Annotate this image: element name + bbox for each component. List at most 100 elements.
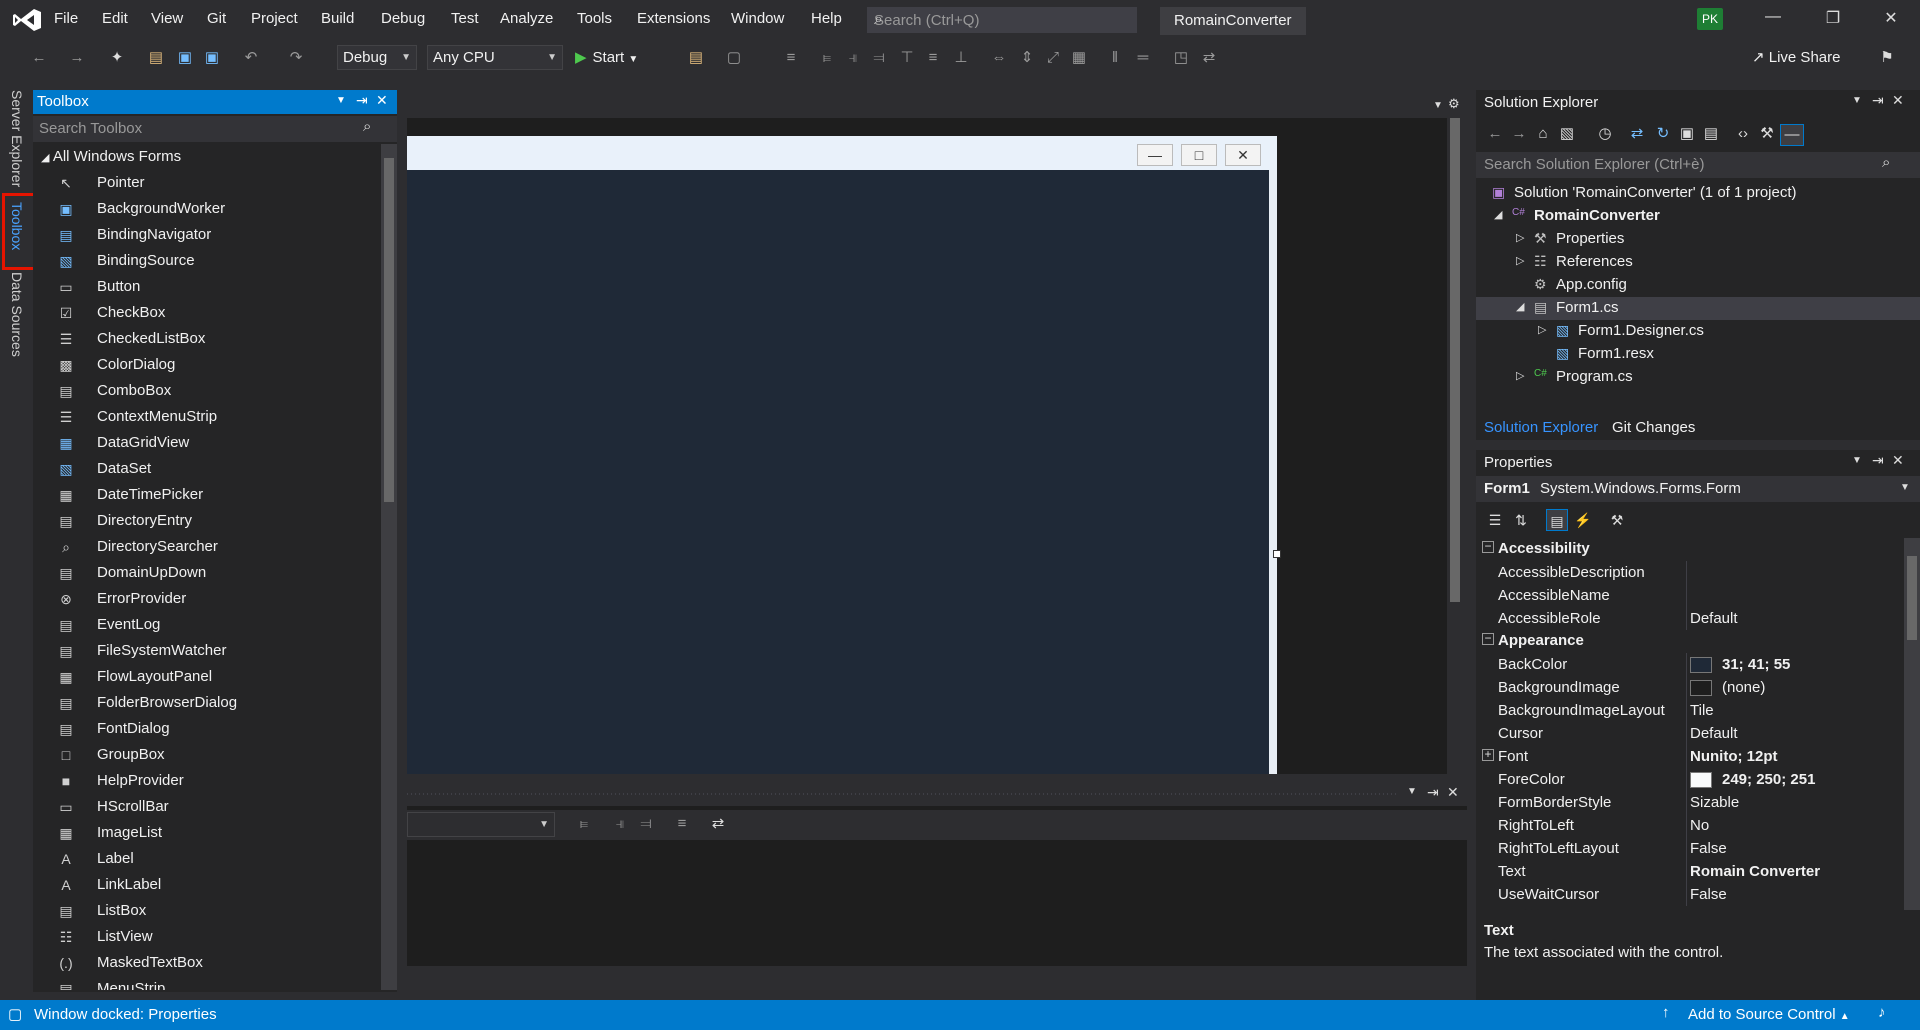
toolbox-group-all-windows-forms[interactable]: ◢ All Windows Forms [41, 148, 181, 165]
snap-grid-icon[interactable]: ▦ [1068, 48, 1090, 68]
home-icon[interactable]: ⌂ [1532, 124, 1554, 144]
toolbox-item[interactable]: ☑ CheckBox [33, 300, 381, 326]
property-value[interactable]: Nunito; 12pt [1690, 748, 1778, 765]
close-icon[interactable]: ✕ [1876, 8, 1906, 32]
design-form-window[interactable]: — □ ✕ [407, 136, 1277, 774]
events-icon[interactable]: ⚡ [1572, 509, 1594, 531]
solution-tree-item[interactable]: ⚙ App.config [1476, 274, 1920, 297]
solution-tree-item[interactable]: ◢ ▤ Form1.cs [1476, 297, 1920, 320]
toolbox-item[interactable]: ▧ BindingSource [33, 248, 381, 274]
file-explorer-icon[interactable]: ▤ [685, 48, 707, 68]
toolbox-item[interactable]: ▤ FontDialog [33, 716, 381, 742]
solution-tree-item[interactable]: ▧ Form1.resx [1476, 343, 1920, 366]
property-value[interactable]: Default [1690, 610, 1738, 627]
toolbox-item[interactable]: ▤ ComboBox [33, 378, 381, 404]
property-category[interactable]: − Appearance [1476, 630, 1904, 653]
refresh-icon[interactable]: ↻ [1652, 124, 1674, 144]
align-top-icon[interactable]: ⊤ [896, 48, 918, 68]
collapsed-icon[interactable]: ▷ [1538, 323, 1546, 336]
menu-extensions[interactable]: Extensions [637, 10, 710, 27]
toolbox-item[interactable]: ⌕ DirectorySearcher [33, 534, 381, 560]
visual-studio-logo-icon[interactable] [12, 8, 42, 32]
tab-order-icon[interactable]: ⇄ [1198, 48, 1220, 68]
add-to-source-control-button[interactable]: Add to Source Control ▲ [1688, 1006, 1850, 1023]
tray-tool-icon[interactable]: ⫢ [573, 814, 595, 834]
solution-tree-item[interactable]: ▷ ▧ Form1.Designer.cs [1476, 320, 1920, 343]
property-value[interactable]: Romain Converter [1690, 863, 1820, 880]
align-left-icon[interactable]: ⫢ [816, 48, 838, 68]
pin-icon[interactable]: ⇥ [1427, 784, 1439, 801]
save-icon[interactable]: ▣ [174, 48, 196, 68]
property-value[interactable]: Tile [1690, 702, 1714, 719]
tray-select[interactable]: ▼ [407, 812, 555, 837]
align-right-icon[interactable]: ⫤ [868, 48, 890, 68]
minimize-icon[interactable]: — [1758, 8, 1788, 32]
toolbox-item[interactable]: ▤ FileSystemWatcher [33, 638, 381, 664]
project-node[interactable]: ◢ C# RomainConverter [1476, 205, 1920, 228]
properties-icon[interactable]: ⚒ [1756, 124, 1778, 144]
form-client-area[interactable] [407, 170, 1269, 774]
save-all-icon[interactable]: ▣ [201, 48, 223, 68]
collapse-icon[interactable]: − [1482, 540, 1494, 553]
dropdown-icon[interactable]: ▼ [1407, 786, 1417, 797]
collapsed-icon[interactable]: ▷ [1516, 254, 1524, 267]
menu-tools[interactable]: Tools [577, 10, 612, 27]
solution-search-input[interactable]: Search Solution Explorer (Ctrl+è) ⌕ [1476, 152, 1920, 178]
dropdown-icon[interactable]: ▼ [1852, 455, 1862, 466]
property-grid-scrollbar[interactable] [1904, 538, 1920, 910]
property-value[interactable]: 249; 250; 251 [1722, 771, 1815, 788]
designer-scrollbar[interactable] [1447, 98, 1463, 774]
tray-tool-icon[interactable]: ≡ [671, 814, 693, 834]
toolbox-item[interactable]: ☰ ContextMenuStrip [33, 404, 381, 430]
property-row[interactable]: + Font Nunito; 12pt [1476, 745, 1904, 768]
menu-window[interactable]: Window [731, 10, 784, 27]
toolbox-item[interactable]: ▤ EventLog [33, 612, 381, 638]
align-center-icon[interactable]: ⫣ [842, 48, 864, 68]
expanded-icon[interactable]: ◢ [1494, 208, 1502, 221]
property-pages-icon[interactable]: ⚒ [1606, 509, 1628, 531]
property-row[interactable]: FormBorderStyle Sizable [1476, 791, 1904, 814]
back-icon[interactable]: ← [1484, 124, 1506, 144]
expand-icon[interactable]: + [1482, 748, 1494, 761]
gear-icon[interactable]: ⚙ [1448, 96, 1460, 112]
toolbox-item[interactable]: ▦ DateTimePicker [33, 482, 381, 508]
scroll-thumb[interactable] [384, 158, 394, 502]
search-input[interactable]: Search (Ctrl+Q) ⌕ [867, 7, 1137, 33]
start-button[interactable]: ▶ Start ▼ [575, 46, 638, 70]
close-icon[interactable]: ✕ [376, 92, 388, 109]
close-icon[interactable]: ✕ [1892, 452, 1904, 469]
live-share-button[interactable]: ↗ Live Share [1752, 48, 1840, 66]
resize-handle[interactable] [1273, 550, 1281, 558]
pin-icon[interactable]: ⇥ [356, 92, 368, 109]
browser-icon[interactable]: ▢ [723, 48, 745, 68]
show-all-files-icon[interactable]: ▤ [1700, 124, 1722, 144]
solution-tree-item[interactable]: ▷ C# Program.cs [1476, 366, 1920, 389]
pin-icon[interactable]: ⇥ [1872, 92, 1884, 109]
toolbox-item[interactable]: A Label [33, 846, 381, 872]
maximize-icon[interactable]: ❐ [1818, 8, 1848, 32]
forward-icon[interactable]: → [1508, 124, 1530, 144]
tray-tool-icon[interactable]: ⫤ [635, 814, 657, 834]
expanded-icon[interactable]: ◢ [1516, 300, 1524, 313]
solution-tree-item[interactable]: ▷ ⚒ Properties [1476, 228, 1920, 251]
toolbox-item[interactable]: ▭ Button [33, 274, 381, 300]
toolbox-item[interactable]: (.) MaskedTextBox [33, 950, 381, 976]
align-middle-icon[interactable]: ≡ [922, 48, 944, 68]
toolbox-item[interactable]: ▧ DataSet [33, 456, 381, 482]
tab-solution-explorer[interactable]: Solution Explorer [1484, 419, 1598, 436]
dropdown-icon[interactable]: ▼ [336, 95, 346, 106]
platform-select[interactable]: Any CPU ▼ [427, 45, 563, 70]
toolbox-item[interactable]: ▤ MenuStrip [33, 976, 381, 990]
menu-project[interactable]: Project [251, 10, 298, 27]
property-value[interactable]: False [1690, 840, 1727, 857]
feedback-icon[interactable]: ⚑ [1876, 48, 1898, 68]
properties-view-icon[interactable]: ▤ [1546, 509, 1568, 531]
toolbox-item[interactable]: A LinkLabel [33, 872, 381, 898]
new-project-icon[interactable]: ✦ [106, 48, 128, 68]
preview-icon[interactable]: — [1780, 124, 1804, 146]
property-row[interactable]: Cursor Default [1476, 722, 1904, 745]
toolbox-scrollbar[interactable] [381, 144, 397, 990]
collapsed-icon[interactable]: ▷ [1516, 231, 1524, 244]
collapsed-icon[interactable]: ▷ [1516, 369, 1524, 382]
data-sources-tab[interactable]: Data Sources [9, 272, 25, 357]
